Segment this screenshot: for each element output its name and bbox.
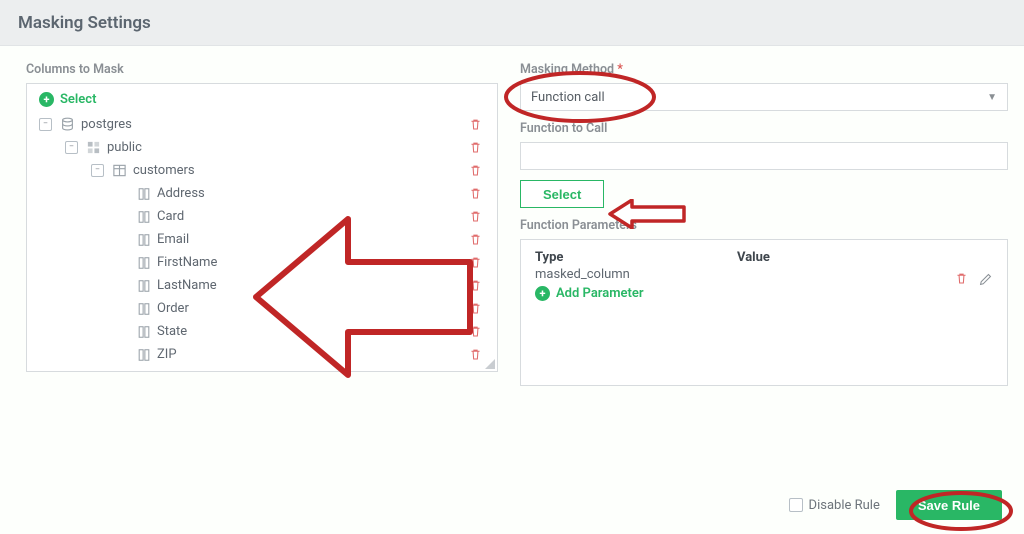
tree-column-label: Card	[157, 209, 184, 224]
column-icon	[137, 187, 151, 201]
add-parameter-button[interactable]: + Add Parameter	[535, 286, 993, 301]
tree-node-column[interactable]: State	[39, 320, 485, 343]
tree-column-label: State	[157, 324, 187, 339]
delete-icon[interactable]	[469, 210, 483, 224]
tree-column-label: LastName	[157, 278, 217, 293]
tree-column-label: Address	[157, 186, 205, 201]
tree-node-column[interactable]: Card	[39, 205, 485, 228]
tree-column-label: ZIP	[157, 347, 177, 362]
select-columns-label: Select	[60, 92, 96, 107]
param-row: masked_column	[535, 267, 993, 282]
tree-node-column[interactable]: Address	[39, 182, 485, 205]
column-icon	[137, 279, 151, 293]
add-parameter-label: Add Parameter	[556, 286, 644, 301]
function-to-call-input[interactable]	[520, 142, 1008, 170]
column-icon	[137, 348, 151, 362]
param-type: masked_column	[535, 267, 737, 282]
function-parameters-panel: Type Value masked_column	[520, 239, 1008, 386]
tree-node-column[interactable]: FirstName	[39, 251, 485, 274]
checkbox-icon	[789, 498, 803, 512]
page-title: Masking Settings	[18, 13, 151, 33]
delete-icon[interactable]	[469, 325, 483, 339]
tree-node-column[interactable]: LastName	[39, 274, 485, 297]
columns-to-mask-label: Columns to Mask	[26, 62, 498, 77]
tree-column-label: FirstName	[157, 255, 217, 270]
delete-icon[interactable]	[469, 118, 483, 132]
plus-icon: +	[535, 286, 550, 301]
edit-param-icon[interactable]	[979, 272, 993, 290]
tree-node-schema[interactable]: − public	[39, 136, 485, 159]
columns-panel: + Select − postgres	[26, 83, 498, 372]
tree-column-label: Order	[157, 301, 189, 316]
masking-method-label: Masking Method *	[520, 62, 1008, 77]
database-icon	[60, 117, 75, 132]
tree-table-label: customers	[133, 163, 195, 178]
collapse-icon[interactable]: −	[91, 164, 104, 177]
tree-node-table[interactable]: − customers	[39, 159, 485, 182]
disable-rule-label: Disable Rule	[809, 498, 880, 513]
collapse-icon[interactable]: −	[65, 141, 78, 154]
select-columns-button[interactable]: + Select	[39, 92, 485, 107]
column-icon	[137, 302, 151, 316]
plus-icon: +	[39, 92, 54, 107]
column-icon	[137, 325, 151, 339]
masking-method-value: Function call	[531, 90, 605, 105]
params-header-value: Value	[737, 250, 770, 265]
tree-node-database[interactable]: − postgres	[39, 113, 485, 136]
delete-icon[interactable]	[469, 256, 483, 270]
delete-icon[interactable]	[469, 233, 483, 247]
delete-icon[interactable]	[469, 141, 483, 155]
delete-param-icon[interactable]	[955, 272, 969, 286]
tree-schema-label: public	[107, 140, 142, 155]
disable-rule-checkbox[interactable]: Disable Rule	[789, 498, 880, 513]
tree-node-column[interactable]: ZIP	[39, 343, 485, 366]
masking-method-dropdown[interactable]: Function call ▼	[520, 83, 1008, 111]
delete-icon[interactable]	[469, 302, 483, 316]
table-icon	[112, 163, 127, 178]
column-icon	[137, 210, 151, 224]
function-to-call-label: Function to Call	[520, 121, 1008, 136]
tree-db-label: postgres	[81, 117, 132, 132]
delete-icon[interactable]	[469, 279, 483, 293]
tree-node-column[interactable]: Order	[39, 297, 485, 320]
delete-icon[interactable]	[469, 187, 483, 201]
column-icon	[137, 256, 151, 270]
save-rule-button[interactable]: Save Rule	[896, 490, 1002, 520]
params-header-type: Type	[535, 250, 737, 265]
schema-icon	[86, 140, 101, 155]
delete-icon[interactable]	[469, 348, 483, 362]
column-icon	[137, 233, 151, 247]
collapse-icon[interactable]: −	[39, 118, 52, 131]
tree-node-column[interactable]: Email	[39, 228, 485, 251]
select-function-button[interactable]: Select	[520, 180, 604, 208]
tree-column-label: Email	[157, 232, 189, 247]
columns-tree: − postgres −	[39, 113, 485, 366]
chevron-down-icon: ▼	[987, 92, 997, 103]
resize-handle-icon[interactable]	[483, 357, 495, 369]
function-parameters-label: Function Parameters	[520, 218, 1008, 233]
delete-icon[interactable]	[469, 164, 483, 178]
